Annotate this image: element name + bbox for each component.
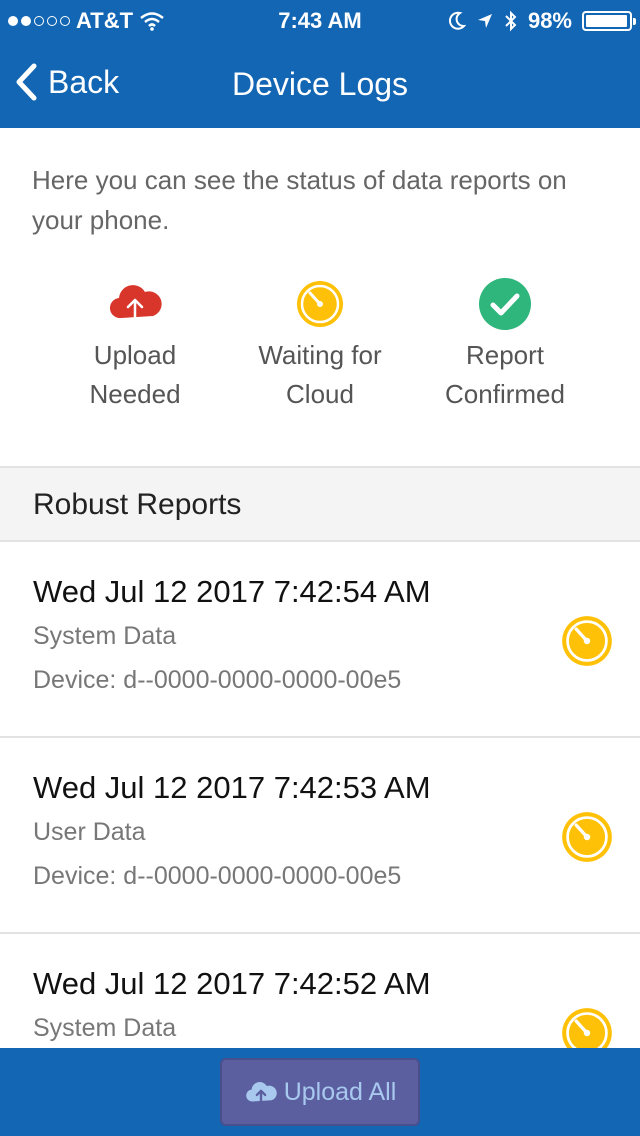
- upload-all-button[interactable]: Upload All: [220, 1058, 420, 1126]
- timer-icon: [562, 812, 612, 862]
- legend-label-line1: Report: [465, 340, 545, 370]
- battery-icon: [582, 11, 636, 31]
- status-bar: AT&T 7:43 AM 98%: [0, 0, 640, 40]
- battery-fill: [586, 15, 628, 27]
- legend-waiting: Waiting for Cloud: [225, 272, 415, 414]
- list-item[interactable]: Wed Jul 12 2017 7:42:53 AM User Data Dev…: [0, 738, 640, 934]
- section-title: Robust Reports: [33, 488, 242, 521]
- navigation-bar: Back Device Logs: [0, 40, 640, 128]
- legend-label-line1: Upload: [93, 340, 177, 370]
- location-arrow-icon: [477, 14, 492, 28]
- moon-icon: [448, 11, 466, 30]
- intro-text: Here you can see the status of data repo…: [32, 165, 567, 235]
- upload-all-label: Upload All: [283, 1077, 397, 1106]
- report-date: Wed Jul 12 2017 7:42:53 AM: [33, 770, 431, 805]
- legend-upload-needed: Upload Needed: [40, 272, 230, 414]
- list-item[interactable]: Wed Jul 12 2017 7:42:54 AM System Data D…: [0, 542, 640, 738]
- reports-list: Wed Jul 12 2017 7:42:54 AM System Data D…: [0, 542, 640, 1130]
- device-logs-screen: AT&T 7:43 AM 98% Back Device Logs Here y…: [0, 0, 640, 1136]
- report-device: Device: d--0000-0000-0000-00e5: [33, 862, 402, 890]
- legend-label-line1: Waiting for: [258, 340, 382, 370]
- report-type: User Data: [33, 818, 146, 846]
- report-date: Wed Jul 12 2017 7:42:54 AM: [33, 574, 431, 609]
- check-circle-icon: [479, 278, 531, 330]
- page-title: Device Logs: [231, 66, 409, 102]
- cloud-upload-icon: [109, 285, 162, 328]
- legend-label-line2: Confirmed: [445, 379, 565, 409]
- timer-icon: [562, 616, 612, 666]
- cloud-upload-icon: [245, 1082, 277, 1104]
- section-header: Robust Reports: [0, 466, 640, 542]
- top-bar: AT&T 7:43 AM 98% Back Device Logs: [0, 0, 640, 128]
- legend-label-line2: Needed: [89, 379, 181, 409]
- report-status: [560, 614, 614, 673]
- bluetooth-icon: [505, 10, 517, 32]
- status-legend: Upload Needed Waiting for Cloud Report C…: [40, 272, 600, 422]
- battery-percent: 98%: [527, 8, 572, 33]
- status-right: 98%: [448, 8, 636, 34]
- bottom-bar: Upload All: [0, 1048, 640, 1136]
- legend-label-line2: Cloud: [286, 379, 354, 409]
- legend-confirmed: Report Confirmed: [410, 272, 600, 414]
- report-type: System Data: [33, 622, 177, 650]
- report-status: [560, 810, 614, 869]
- timer-icon: [297, 281, 343, 327]
- report-type: System Data: [33, 1014, 177, 1042]
- report-date: Wed Jul 12 2017 7:42:52 AM: [33, 966, 431, 1001]
- report-device: Device: d--0000-0000-0000-00e5: [33, 666, 402, 694]
